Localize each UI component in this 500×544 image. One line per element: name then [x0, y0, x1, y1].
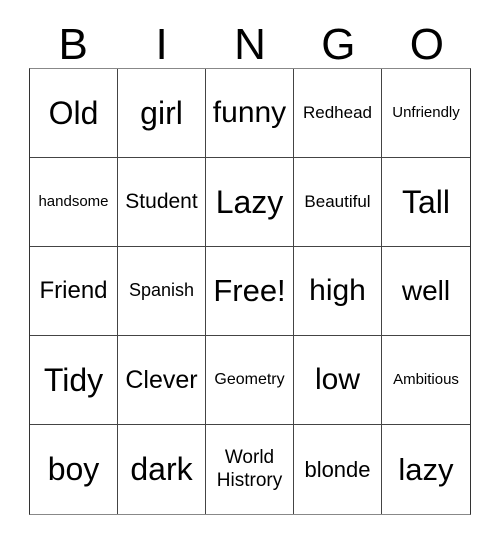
bingo-column-headers: B I N G O — [29, 16, 471, 68]
bingo-cell-label: Spanish — [128, 280, 195, 301]
bingo-cell-label: Redhead — [302, 102, 372, 122]
bingo-cell-label: lazy — [398, 451, 454, 487]
bingo-cell-b1[interactable]: Old — [30, 69, 118, 158]
bingo-cell-o5[interactable]: lazy — [382, 425, 470, 514]
column-header-b: B — [58, 20, 88, 69]
column-header-g: G — [321, 20, 356, 69]
bingo-cell-label: Tidy — [43, 361, 104, 398]
bingo-cell-b2[interactable]: handsome — [30, 158, 118, 247]
bingo-cell-g3[interactable]: high — [294, 247, 382, 336]
column-header-n: N — [234, 20, 266, 69]
bingo-cell-g1[interactable]: Redhead — [294, 69, 382, 158]
bingo-card: B I N G O Old girl funny Redhead Unfrien… — [0, 0, 500, 544]
bingo-cell-label: dark — [130, 451, 193, 488]
bingo-cell-label: handsome — [38, 192, 109, 210]
bingo-cell-n2[interactable]: Lazy — [206, 158, 294, 247]
bingo-cell-label: blonde — [304, 456, 371, 482]
bingo-cell-n1[interactable]: funny — [206, 69, 294, 158]
bingo-cell-label: high — [309, 273, 366, 307]
bingo-cell-label: girl — [140, 94, 183, 131]
bingo-cell-label: Ambitious — [393, 370, 459, 388]
bingo-cell-label: Unfriendly — [392, 103, 460, 121]
bingo-cell-i3[interactable]: Spanish — [118, 247, 206, 336]
bingo-cell-n5[interactable]: World Histrory — [206, 425, 294, 514]
bingo-cell-label: well — [401, 274, 451, 306]
bingo-cell-label: Lazy — [215, 183, 284, 220]
bingo-cell-g4[interactable]: low — [294, 336, 382, 425]
bingo-cell-i4[interactable]: Clever — [118, 336, 206, 425]
bingo-cell-n4[interactable]: Geometry — [206, 336, 294, 425]
bingo-cell-o1[interactable]: Unfriendly — [382, 69, 470, 158]
bingo-cell-b5[interactable]: boy — [30, 425, 118, 514]
bingo-grid: Old girl funny Redhead Unfriendly handso… — [29, 68, 471, 515]
bingo-cell-label: funny — [212, 95, 287, 129]
bingo-cell-g5[interactable]: blonde — [294, 425, 382, 514]
bingo-cell-label: Clever — [125, 365, 198, 394]
bingo-cell-o2[interactable]: Tall — [382, 158, 470, 247]
bingo-cell-label: low — [314, 362, 360, 396]
bingo-cell-label: Beautiful — [304, 191, 371, 211]
bingo-cell-g2[interactable]: Beautiful — [294, 158, 382, 247]
bingo-cell-label: Old — [48, 94, 99, 131]
bingo-cell-label: Geometry — [214, 371, 285, 389]
bingo-cell-label: World Histrory — [216, 447, 283, 491]
bingo-cell-i1[interactable]: girl — [118, 69, 206, 158]
bingo-cell-free-space[interactable]: Free! — [206, 247, 294, 336]
bingo-cell-o4[interactable]: Ambitious — [382, 336, 470, 425]
bingo-cell-o3[interactable]: well — [382, 247, 470, 336]
bingo-cell-b4[interactable]: Tidy — [30, 336, 118, 425]
bingo-cell-i2[interactable]: Student — [118, 158, 206, 247]
bingo-cell-label: Friend — [39, 277, 108, 305]
bingo-cell-b3[interactable]: Friend — [30, 247, 118, 336]
bingo-cell-i5[interactable]: dark — [118, 425, 206, 514]
bingo-cell-label: Free! — [213, 273, 286, 309]
bingo-cell-label: Tall — [401, 183, 450, 220]
bingo-cell-label: Student — [125, 189, 198, 213]
column-header-i: I — [155, 20, 168, 69]
bingo-cell-label: boy — [47, 451, 100, 488]
column-header-o: O — [409, 20, 444, 69]
